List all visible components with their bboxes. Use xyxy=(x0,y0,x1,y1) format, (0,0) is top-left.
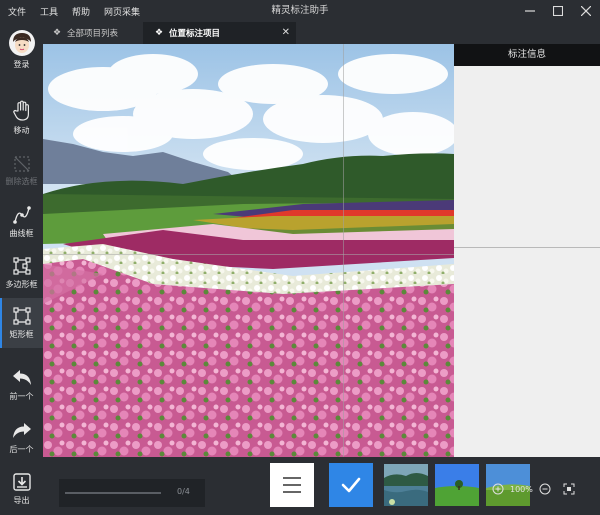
crosshair-horizontal-panel xyxy=(454,247,600,248)
lake-thumbnail-image xyxy=(384,464,428,506)
crosshair-horizontal xyxy=(43,254,454,255)
flower-field-image xyxy=(43,44,454,457)
tab-all-projects[interactable]: ❖ 全部项目列表 xyxy=(51,22,118,44)
polygon-box-label: 多边形框 xyxy=(5,280,38,289)
zoom-controls: 100% xyxy=(491,482,576,496)
menu-bar: 文件 工具 帮助 网页采集 xyxy=(0,0,146,22)
tool-sidebar: 登录 移动 删除选框 曲线框 多边形框 矩形框 前一个 后一个 导出 xyxy=(0,22,43,515)
tab-close-button[interactable]: ✕ xyxy=(282,22,290,44)
tab-location-project-label: 位置标注项目 xyxy=(169,29,221,39)
rect-box-button[interactable]: 矩形框 xyxy=(0,298,43,348)
curve-box-button[interactable]: 曲线框 xyxy=(0,197,43,247)
minimize-button[interactable] xyxy=(516,0,544,22)
zoom-percent: 100% xyxy=(510,484,533,494)
fit-icon xyxy=(563,483,575,495)
hand-icon xyxy=(12,100,29,121)
menu-help[interactable]: 帮助 xyxy=(72,5,90,18)
progress-box: 0/4 xyxy=(59,479,205,507)
list-icon xyxy=(283,477,301,493)
check-icon xyxy=(341,477,361,493)
zoom-in-icon xyxy=(492,483,504,495)
prev-button[interactable]: 前一个 xyxy=(0,360,43,410)
export-icon xyxy=(12,473,31,491)
prev-label: 前一个 xyxy=(9,392,34,401)
close-window-button[interactable] xyxy=(572,0,600,22)
tab-bar: ❖ 全部项目列表 ❖ 位置标注项目 ✕ xyxy=(43,22,600,44)
fit-to-screen-button[interactable] xyxy=(562,482,576,496)
next-button[interactable]: 后一个 xyxy=(0,413,43,463)
tab-all-projects-label: 全部项目列表 xyxy=(67,29,119,39)
polygon-icon xyxy=(12,257,31,275)
crosshair-vertical xyxy=(343,44,344,457)
delete-box-label: 删除选框 xyxy=(5,177,38,186)
move-tool-button[interactable]: 移动 xyxy=(0,94,43,144)
bottom-toolbar: 0/4 100% xyxy=(43,457,600,515)
polygon-box-button[interactable]: 多边形框 xyxy=(0,248,43,298)
zoom-in-button[interactable] xyxy=(491,482,505,496)
annotation-info-title: 标注信息 xyxy=(454,44,600,66)
menu-tools[interactable]: 工具 xyxy=(40,5,58,18)
export-button[interactable]: 导出 xyxy=(0,464,43,514)
zoom-out-icon xyxy=(539,483,551,495)
annotation-info-panel: 标注信息 xyxy=(454,44,600,457)
rect-icon xyxy=(12,307,31,325)
curve-box-label: 曲线框 xyxy=(9,229,34,238)
curve-icon xyxy=(12,206,31,224)
delete-box-icon xyxy=(13,156,30,172)
next-label: 后一个 xyxy=(9,445,34,454)
move-label: 移动 xyxy=(13,126,30,135)
thumbnail-1[interactable] xyxy=(384,464,428,506)
progress-track xyxy=(65,492,161,494)
window-controls xyxy=(516,0,600,22)
delete-box-button[interactable]: 删除选框 xyxy=(0,145,43,195)
menu-web-collect[interactable]: 网页采集 xyxy=(104,5,140,18)
undo-arrow-icon xyxy=(12,370,31,385)
progress-text: 0/4 xyxy=(177,487,190,496)
avatar-icon xyxy=(8,30,35,56)
close-icon xyxy=(581,6,591,16)
export-label: 导出 xyxy=(13,496,30,505)
rect-box-label: 矩形框 xyxy=(9,330,34,339)
menu-file[interactable]: 文件 xyxy=(8,5,26,18)
minimize-icon xyxy=(525,10,535,12)
confirm-button[interactable] xyxy=(329,463,373,507)
maximize-button[interactable] xyxy=(544,0,572,22)
maximize-icon xyxy=(553,6,563,16)
annotation-canvas[interactable] xyxy=(43,44,454,457)
tree-field-thumbnail-image xyxy=(435,464,479,506)
redo-arrow-icon xyxy=(12,423,31,438)
image-list-button[interactable] xyxy=(270,463,314,507)
login-button[interactable]: 登录 xyxy=(0,30,43,80)
thumbnail-2[interactable] xyxy=(435,464,479,506)
project-diamond-icon: ❖ xyxy=(52,28,62,38)
login-label: 登录 xyxy=(13,60,30,69)
zoom-out-button[interactable] xyxy=(538,482,552,496)
title-bar: 文件 工具 帮助 网页采集 精灵标注助手 xyxy=(0,0,600,22)
project-diamond-icon: ❖ xyxy=(154,28,164,38)
tab-location-project[interactable]: ❖ 位置标注项目 ✕ xyxy=(143,22,296,44)
